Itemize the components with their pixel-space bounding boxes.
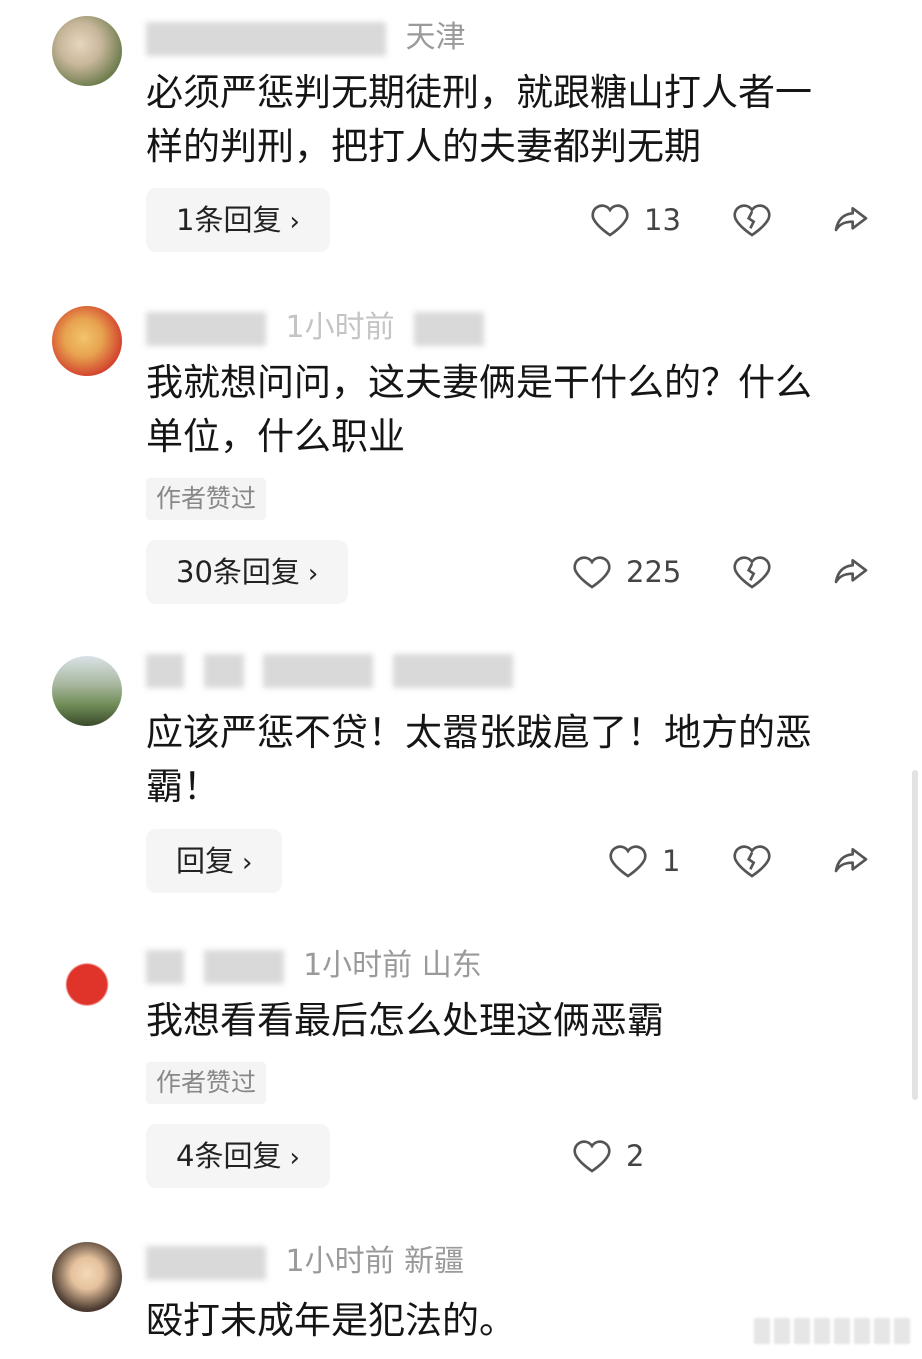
avatar[interactable] [52, 16, 122, 86]
comment-actions: 2 [560, 1124, 900, 1188]
broken-heart-icon[interactable] [732, 841, 772, 881]
like-count: 13 [644, 203, 681, 237]
heart-outline-icon [573, 1140, 611, 1173]
comment-text: 应该严惩不贷！太嚣张跋扈了！地方的恶霸！ [146, 711, 812, 808]
location-redacted [414, 311, 485, 346]
chevron-right-icon: › [289, 1143, 300, 1173]
avatar[interactable] [52, 946, 122, 1016]
username-redacted [146, 949, 184, 984]
comment-text: 必须严惩判无期徒刑，就跟糖山打人者一样的判刑，把打人的夫妻都判无期 [146, 71, 812, 168]
comment-meta: 1小时前 山东 [146, 946, 482, 986]
avatar[interactable] [52, 306, 122, 376]
chevron-right-icon: › [242, 848, 253, 878]
like-button[interactable]: 2 [572, 1124, 644, 1188]
share-arrow-icon[interactable] [830, 552, 872, 592]
author-liked-badge: 作者赞过 [146, 478, 267, 520]
reply-label: 1条回复 [176, 203, 282, 237]
watermark [754, 1317, 910, 1345]
username-redacted [146, 21, 386, 56]
author-liked-badge: 作者赞过 [146, 1062, 267, 1104]
username-redacted [263, 653, 374, 688]
like-button[interactable]: 225 [572, 540, 681, 604]
comment-meta: 1小时前 [146, 308, 494, 348]
comment-meta: 1小时前 新疆 [146, 1242, 464, 1282]
like-count: 2 [626, 1139, 645, 1173]
comment-text: 我想看看最后怎么处理这俩恶霸 [146, 999, 664, 1042]
chevron-right-icon: › [289, 207, 300, 237]
reply-label: 30条回复 [176, 555, 300, 589]
comment-meta [146, 650, 523, 690]
share-arrow-icon[interactable] [830, 841, 872, 881]
broken-heart-icon[interactable] [732, 552, 772, 592]
reply-button[interactable]: 1条回复 › [146, 188, 330, 252]
time-location-redacted [392, 653, 513, 688]
username-redacted [146, 1245, 266, 1280]
username-redacted [203, 949, 284, 984]
scrollbar[interactable] [912, 770, 918, 1100]
comment-actions: 13 [560, 188, 900, 252]
reply-label: 回复 [176, 844, 235, 878]
like-button[interactable]: 13 [590, 188, 681, 252]
share-arrow-icon[interactable] [830, 200, 872, 240]
like-button[interactable]: 1 [608, 829, 680, 893]
username-redacted [203, 653, 244, 688]
username-redacted [146, 653, 184, 688]
heart-outline-icon [573, 556, 611, 589]
comment-time-location: 1小时前 新疆 [285, 1244, 465, 1279]
reply-button[interactable]: 回复 › [146, 829, 283, 893]
avatar[interactable] [52, 656, 122, 726]
comment-actions: 1 [560, 829, 900, 893]
comment-actions: 225 [560, 540, 900, 604]
reply-button[interactable]: 30条回复 › [146, 540, 349, 604]
chevron-right-icon: › [307, 559, 319, 589]
avatar[interactable] [52, 1242, 122, 1312]
broken-heart-icon[interactable] [732, 200, 772, 240]
heart-outline-icon [591, 204, 629, 237]
like-count: 1 [662, 844, 681, 878]
comment-text: 殴打未成年是犯法的。 [146, 1299, 516, 1342]
reply-button[interactable]: 4条回复 › [146, 1124, 330, 1188]
heart-outline-icon [609, 845, 647, 878]
like-count: 225 [626, 555, 682, 589]
username-redacted [146, 311, 266, 346]
reply-label: 4条回复 [176, 1139, 282, 1173]
comment-meta: 天津 [146, 18, 466, 58]
comment-time: 1小时前 [285, 310, 395, 345]
comment-text: 我就想问问，这夫妻俩是干什么的？什么单位，什么职业 [146, 361, 812, 458]
comment-location: 天津 [405, 20, 466, 55]
comment-time-location: 1小时前 山东 [303, 948, 482, 983]
